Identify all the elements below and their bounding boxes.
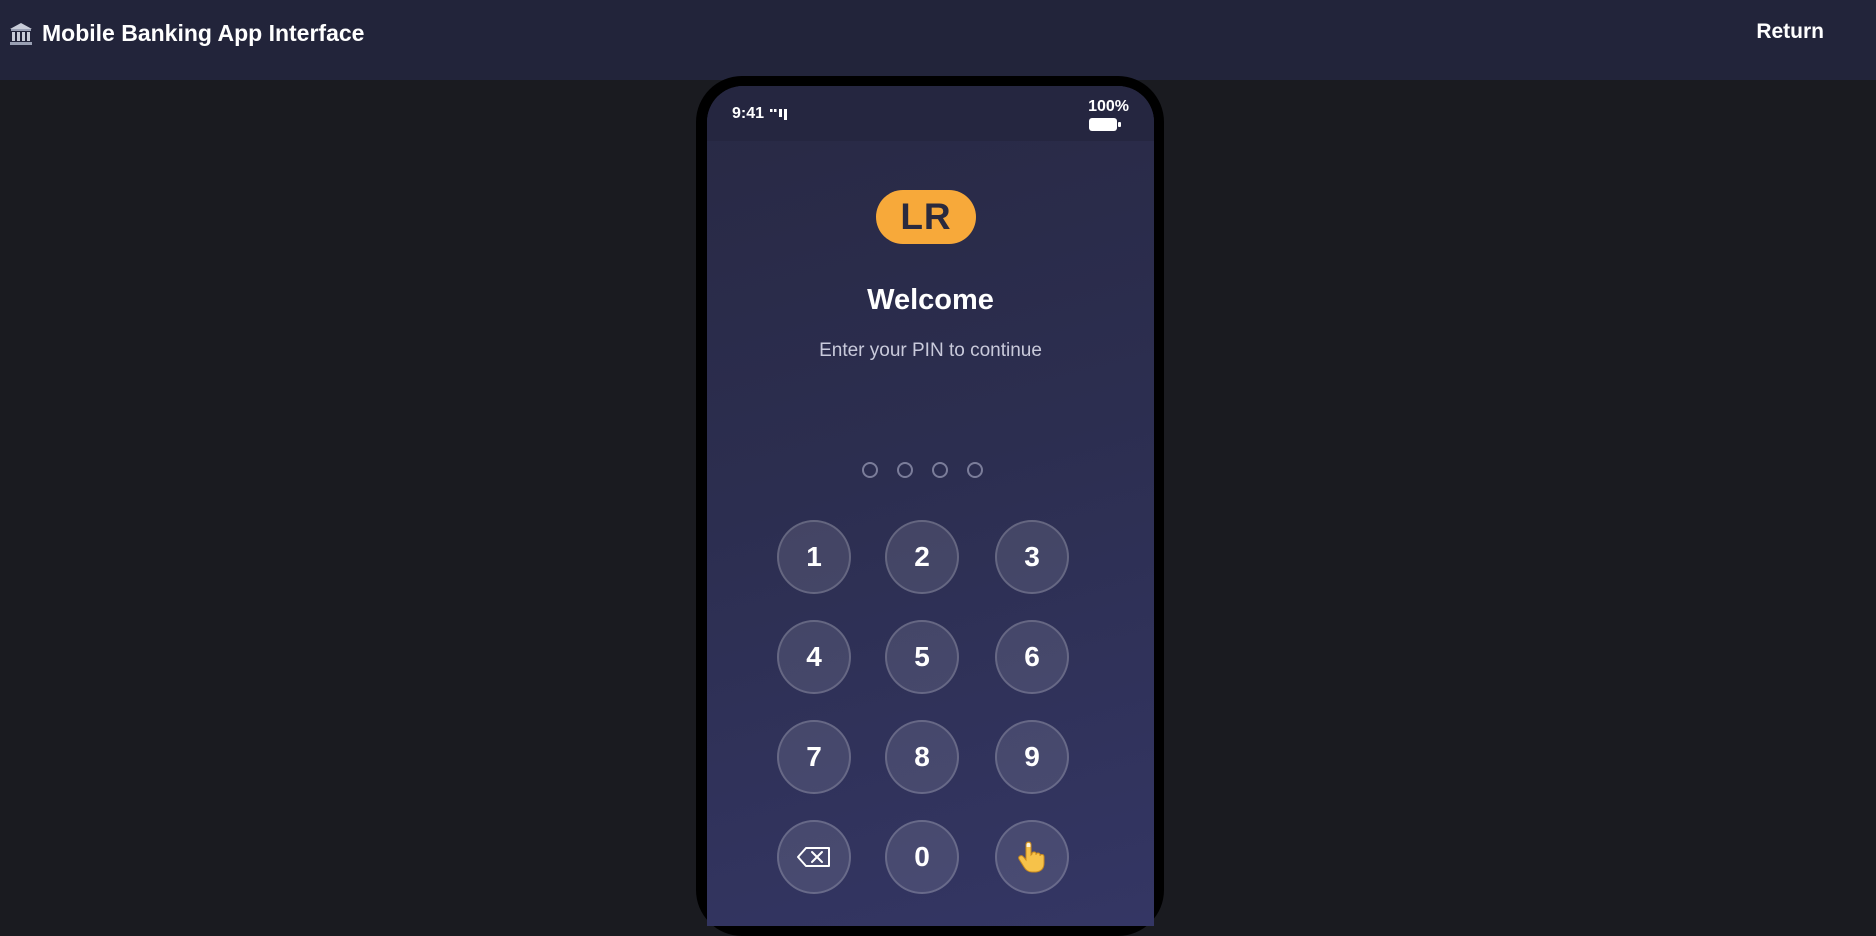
- battery-percent: 100%: [1088, 98, 1129, 115]
- pin-dot: [897, 462, 913, 478]
- key-9[interactable]: 9: [995, 720, 1069, 794]
- app-title-text: Mobile Banking App Interface: [42, 20, 365, 46]
- phone-frame: 9:41 100% LR Welcome Enter your PIN to c…: [696, 76, 1164, 936]
- key-0[interactable]: 0: [885, 820, 959, 894]
- backspace-icon: [796, 846, 832, 868]
- backspace-button[interactable]: [777, 820, 851, 894]
- pin-instructions: Enter your PIN to continue: [819, 340, 1042, 361]
- biometric-button[interactable]: [995, 820, 1069, 894]
- key-7[interactable]: 7: [777, 720, 851, 794]
- pin-dot: [932, 462, 948, 478]
- status-time: 9:41: [732, 105, 765, 122]
- pin-dot: [862, 462, 878, 478]
- return-button[interactable]: Return: [1756, 20, 1824, 44]
- key-6[interactable]: 6: [995, 620, 1069, 694]
- key-2[interactable]: 2: [885, 520, 959, 594]
- bank-icon: [8, 21, 34, 47]
- pin-dot: [967, 462, 983, 478]
- key-8[interactable]: 8: [885, 720, 959, 794]
- key-1[interactable]: 1: [777, 520, 851, 594]
- key-4[interactable]: 4: [777, 620, 851, 694]
- pin-indicator: [862, 462, 983, 478]
- top-bar: Mobile Banking App Interface Return: [0, 0, 1876, 80]
- bank-logo: LR: [876, 190, 976, 244]
- signal-icon: [769, 107, 793, 121]
- welcome-heading: Welcome: [867, 284, 994, 316]
- battery-icon: [1088, 117, 1122, 132]
- key-3[interactable]: 3: [995, 520, 1069, 594]
- status-bar: 9:41 100%: [707, 86, 1154, 141]
- fingerprint-hand-icon: [1017, 841, 1047, 873]
- phone-screen: 9:41 100% LR Welcome Enter your PIN to c…: [707, 86, 1154, 926]
- app-title: Mobile Banking App Interface: [8, 20, 364, 47]
- key-5[interactable]: 5: [885, 620, 959, 694]
